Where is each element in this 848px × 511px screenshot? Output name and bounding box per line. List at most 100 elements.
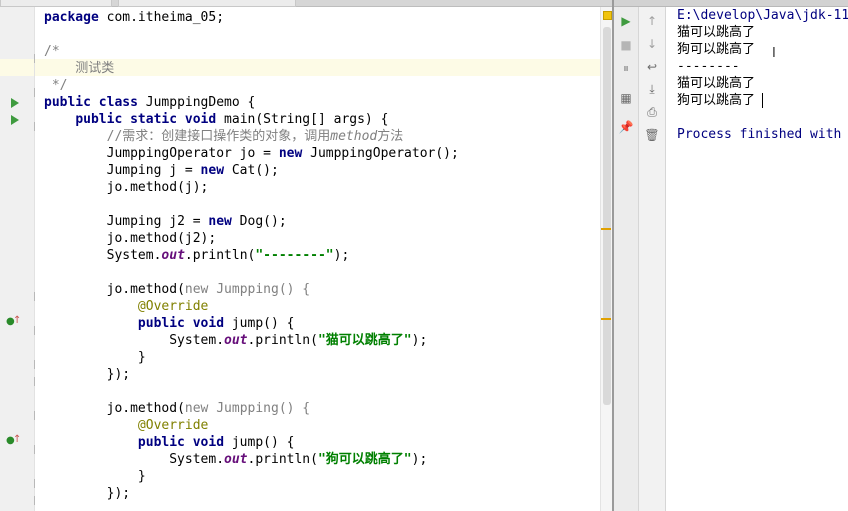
run-console[interactable]: E:\develop\Java\jdk-11 猫可以跳高了 狗可以跳高了 ---…: [666, 7, 848, 511]
tab-jumppingoperator[interactable]: [118, 0, 296, 7]
console-command-line: E:\develop\Java\jdk-11: [677, 8, 848, 23]
code-line-19: public void jump() {: [44, 315, 295, 332]
console-output-line: 狗可以跳高了: [677, 93, 756, 108]
code-line-9: JumppingOperator jo = new JumppingOperat…: [44, 145, 459, 162]
code-text: JumppingOperator();: [302, 146, 459, 161]
trash-icon[interactable]: 🗑: [644, 127, 660, 143]
code-text: });: [106, 367, 131, 382]
static-field: out: [224, 452, 248, 467]
code-text: Jumping j =: [106, 163, 201, 178]
override-arrow-icon-2[interactable]: ↑: [13, 434, 21, 445]
code-line-20: System.out.println("猫可以跳高了");: [44, 332, 427, 349]
static-field: out: [224, 333, 248, 348]
tab-jumppingdemo[interactable]: [0, 0, 112, 7]
code-line-27: System.out.println("狗可以跳高了");: [44, 451, 427, 468]
code-line-14: jo.method(j2);: [44, 230, 217, 247]
keyword: new: [208, 214, 232, 229]
soft-wrap-icon[interactable]: ↩: [644, 59, 660, 75]
keyword-folded: new: [184, 282, 209, 297]
console-output-line: 猫可以跳高了: [677, 25, 756, 40]
line-comment-method: method: [330, 129, 378, 144]
method-signature: jump() {: [224, 316, 295, 331]
layout-icon[interactable]: ▦: [618, 90, 634, 106]
code-line-1: package com.itheima_05;: [44, 9, 224, 26]
run-toolbar-primary: ▶ ■ ⏸ ▦ 📌: [614, 7, 639, 511]
code-line-25: @Override: [44, 417, 208, 434]
keyword: void: [192, 435, 225, 450]
keyword: public: [75, 112, 123, 127]
console-output-line: --------: [677, 59, 740, 74]
editor-tab-strip: [0, 0, 612, 7]
keyword: new: [278, 146, 303, 161]
code-text: Cat();: [224, 163, 279, 178]
pin-icon[interactable]: 📌: [618, 119, 634, 135]
code-text: Jumping j2 =: [106, 214, 209, 229]
scroll-to-end-icon[interactable]: ⤓: [644, 81, 660, 97]
console-output-line: 狗可以跳高了: [677, 42, 756, 57]
string-literal: "狗可以跳高了": [317, 452, 412, 467]
code-line-5: */: [44, 77, 68, 94]
keyword: void: [184, 112, 217, 127]
warning-stripe-1[interactable]: [601, 228, 611, 230]
block-comment-close: */: [44, 78, 68, 93]
code-line-26: public void jump() {: [44, 434, 295, 451]
run-toolbar-secondary: ↑ ↓ ↩ ⤓ ⎙ 🗑: [639, 7, 666, 511]
package-name: com.itheima_05;: [98, 10, 225, 25]
block-comment-open: /*: [44, 44, 60, 59]
keyword: package: [44, 10, 99, 25]
code-line-13: Jumping j2 = new Dog();: [44, 213, 287, 230]
code-line-18: @Override: [44, 298, 208, 315]
console-process-finished: Process finished with: [677, 127, 842, 142]
code-editor[interactable]: package com.itheima_05; /* 测试类 */ public…: [35, 7, 600, 511]
code-line-24: jo.method(new Jumpping() {: [44, 400, 311, 417]
run-class-icon[interactable]: [11, 98, 19, 108]
code-line-4: 测试类: [44, 60, 114, 77]
warning-indicator-icon[interactable]: [603, 11, 612, 20]
warning-stripe-2[interactable]: [601, 318, 611, 320]
code-text: System.: [169, 333, 225, 348]
string-literal: "猫可以跳高了": [317, 333, 412, 348]
up-arrow-icon[interactable]: ↑: [644, 13, 660, 29]
code-line-15: System.out.println("--------");: [44, 247, 350, 264]
anonymous-type: Jumpping() {: [208, 282, 311, 297]
code-text: jo.method(j);: [106, 180, 209, 195]
keyword: class: [98, 95, 138, 110]
override-arrow-icon[interactable]: ↑: [13, 315, 21, 326]
keyword: static: [130, 112, 178, 127]
code-text: System.: [106, 248, 162, 263]
current-line-highlight: [35, 59, 600, 76]
run-tool-window-header: [614, 0, 848, 7]
anonymous-type: Jumpping() {: [208, 401, 311, 416]
code-text: });: [106, 486, 131, 501]
code-text: System.: [169, 452, 225, 467]
string-literal: "--------": [255, 248, 334, 263]
gutter-current-line: [0, 59, 34, 76]
code-text: .println(: [247, 452, 318, 467]
code-line-17: jo.method(new Jumpping() {: [44, 281, 311, 298]
scrollbar-thumb[interactable]: [603, 27, 611, 405]
class-name: JumppingDemo {: [137, 95, 256, 110]
keyword: public: [44, 95, 91, 110]
keyword: public: [137, 316, 185, 331]
console-output-line: 猫可以跳高了: [677, 76, 756, 91]
print-icon[interactable]: ⎙: [644, 104, 660, 120]
static-field: out: [161, 248, 185, 263]
code-line-29: });: [44, 485, 130, 502]
editor-gutter: ● ↑ ● ↑: [0, 7, 43, 511]
run-main-icon[interactable]: [11, 115, 19, 125]
code-line-6: public class JumppingDemo {: [44, 94, 255, 111]
code-text: );: [411, 452, 428, 467]
code-text: );: [333, 248, 350, 263]
code-text: jo.method(: [106, 401, 185, 416]
rerun-icon[interactable]: ▶: [618, 13, 634, 29]
main-signature: main(String[] args) {: [216, 112, 389, 127]
pause-icon[interactable]: ⏸: [618, 60, 634, 76]
code-line-11: jo.method(j);: [44, 179, 209, 196]
code-line-8: //需求：创建接口操作类的对象，调用method方法: [44, 128, 404, 145]
stop-icon[interactable]: ■: [618, 37, 634, 53]
down-arrow-icon[interactable]: ↓: [644, 36, 660, 52]
keyword: public: [137, 435, 185, 450]
code-text: Dog();: [231, 214, 287, 229]
text-caret: [762, 93, 763, 108]
code-line-22: });: [44, 366, 130, 383]
